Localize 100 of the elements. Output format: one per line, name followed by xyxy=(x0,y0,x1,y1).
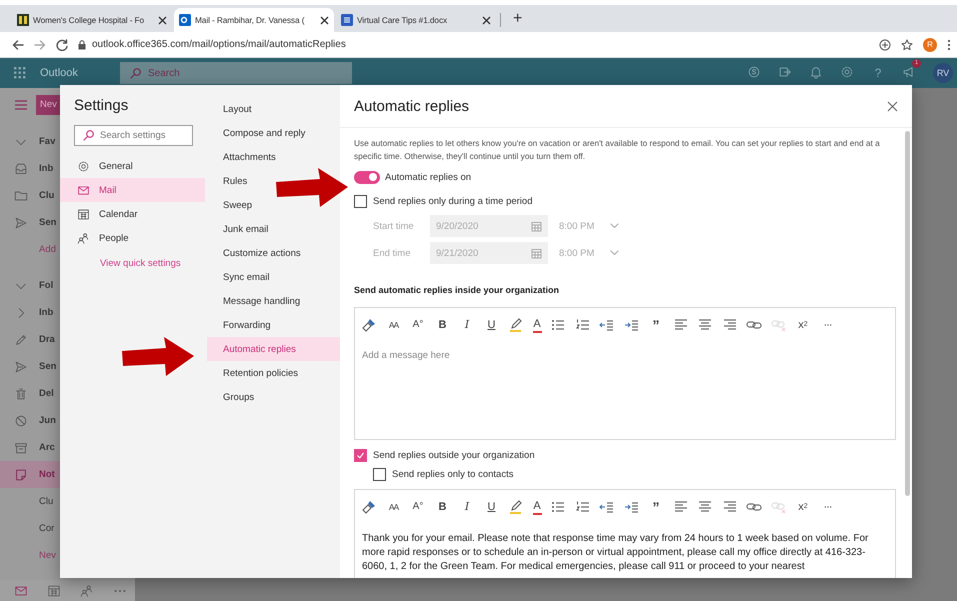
checkbox-label: Send replies outside your organization xyxy=(373,450,535,460)
underline-button[interactable]: U xyxy=(484,499,500,515)
folder-item[interactable]: Jun xyxy=(0,407,60,434)
gear-icon xyxy=(77,160,90,172)
folder-item[interactable]: Del xyxy=(0,380,60,407)
grow-font-button[interactable]: A° xyxy=(410,317,426,333)
checkbox-label: Send replies only to contacts xyxy=(392,468,514,480)
close-icon[interactable] xyxy=(158,16,167,24)
underline-button[interactable]: U xyxy=(484,317,500,333)
folder-section-header[interactable]: Fol xyxy=(0,272,60,299)
search-icon xyxy=(130,68,141,78)
browser-tab[interactable]: Virtual Care Tips #1.docx xyxy=(336,8,496,32)
highlighter-icon[interactable] xyxy=(508,317,524,333)
pointer-arrow xyxy=(122,337,194,377)
close-icon[interactable] xyxy=(320,16,329,24)
field-label: Start time xyxy=(373,220,415,232)
settings-subcategory[interactable]: Compose and reply xyxy=(207,121,310,145)
field-label: End time xyxy=(373,248,412,258)
brush-icon[interactable] xyxy=(361,499,377,515)
search-field[interactable]: Search settings xyxy=(74,125,193,146)
folder-item[interactable]: Sen xyxy=(0,353,60,380)
italic-button[interactable]: I xyxy=(459,317,475,333)
reload-icon[interactable] xyxy=(56,38,68,50)
checkbox[interactable] xyxy=(354,448,367,462)
message-text[interactable]: Thank you for your email. Please note that response time may vary from 24 hours to 1 week based on volume. For more rapid responses or to schedule an in-person or virtual appointment, please call my office directly at 416-323-6060, 1, 2 for the Green Team. For medical emergencies, please call 911 or proceed to your nearest xyxy=(362,532,895,574)
folder-icon xyxy=(14,188,28,202)
quote-button[interactable]: ” xyxy=(648,317,664,333)
settings-subcategory[interactable]: Groups xyxy=(207,385,258,409)
settings-icon[interactable] xyxy=(840,64,854,78)
settings-category[interactable]: Mail xyxy=(60,178,207,202)
checkbox[interactable] xyxy=(373,468,386,480)
skype-icon[interactable] xyxy=(747,64,761,78)
folder-item[interactable]: Clu xyxy=(0,488,60,515)
quote-button[interactable]: ” xyxy=(648,499,664,515)
star-icon[interactable] xyxy=(901,38,913,50)
toggle-switch[interactable] xyxy=(354,170,380,184)
settings-subcategory[interactable]: Sync email xyxy=(207,265,274,289)
font-size-button[interactable]: AA xyxy=(386,317,402,333)
bullet-list-icon[interactable] xyxy=(550,317,566,333)
close-icon[interactable] xyxy=(887,100,898,112)
pointer-arrow xyxy=(276,168,348,208)
share-icon[interactable] xyxy=(778,64,792,78)
settings-subcategory[interactable]: Message handling xyxy=(207,289,304,313)
settings-subcategory[interactable]: Retention policies xyxy=(207,361,302,385)
settings-category[interactable]: General xyxy=(60,154,207,178)
superscript-button[interactable]: x$^{2}$ xyxy=(795,317,811,333)
italic-button[interactable]: I xyxy=(459,499,475,515)
folder-item[interactable]: Sen xyxy=(0,209,60,236)
folder-item[interactable]: Arc xyxy=(0,434,60,461)
grow-font-button[interactable]: A° xyxy=(410,499,426,515)
back-icon[interactable] xyxy=(12,38,24,50)
settings-subcategory[interactable]: Rules xyxy=(207,169,252,193)
settings-subcategory[interactable]: Junk email xyxy=(207,217,272,241)
settings-subcategory[interactable]: Sweep xyxy=(207,193,256,217)
mail-icon[interactable] xyxy=(14,584,28,598)
folder-item[interactable]: Inb xyxy=(0,299,60,326)
folder-item[interactable]: Dra xyxy=(0,326,60,353)
calendar-icon[interactable] xyxy=(47,584,61,598)
font-size-button[interactable]: AA xyxy=(386,499,402,515)
settings-subcategory[interactable]: Customize actions xyxy=(207,241,305,265)
checkbox[interactable] xyxy=(354,194,367,208)
quick-settings-link[interactable]: View quick settings xyxy=(100,257,205,271)
bell-icon[interactable] xyxy=(809,64,823,78)
folder-item[interactable]: Cor xyxy=(0,515,60,542)
checkbox-label: Send replies only during a time period xyxy=(373,196,532,206)
new-message-button[interactable]: Nev xyxy=(36,95,60,115)
brush-icon[interactable] xyxy=(361,317,377,333)
address-field[interactable]: outlook.office365.com/mail/options/mail/automaticReplies xyxy=(78,39,869,50)
folder-item[interactable]: Inb xyxy=(0,155,60,182)
browser-tab[interactable]: Mail - Rambihar, Dr. Vanessa ( xyxy=(174,8,334,32)
settings-category[interactable]: Calendar xyxy=(60,202,207,226)
settings-subcategory[interactable]: Attachments xyxy=(207,145,280,169)
folder-section-header[interactable]: Fav xyxy=(0,128,60,155)
pencil-icon xyxy=(14,332,28,346)
user-avatar[interactable]: RV xyxy=(933,63,953,83)
settings-category[interactable]: People xyxy=(60,226,207,250)
browser-tab[interactable]: Women's College Hospital - Fo xyxy=(12,8,172,32)
app-launcher-icon[interactable] xyxy=(14,67,26,79)
people-icon[interactable] xyxy=(80,584,94,598)
new-tab-button[interactable]: + xyxy=(509,8,526,32)
font-color-button[interactable]: A xyxy=(532,318,542,332)
settings-subcategory[interactable]: Automatic replies xyxy=(207,337,340,361)
highlighter-icon[interactable] xyxy=(508,499,524,515)
scrollbar[interactable] xyxy=(905,131,910,496)
settings-subcategory[interactable]: Forwarding xyxy=(207,313,275,337)
bold-button[interactable]: B xyxy=(434,317,450,333)
message-field[interactable]: Add a message here xyxy=(362,350,895,361)
bullet-list-icon[interactable] xyxy=(550,499,566,515)
more-button[interactable]: ··· xyxy=(820,499,836,515)
superscript-button[interactable]: x$^{2}$ xyxy=(795,499,811,515)
font-color-button[interactable]: A xyxy=(532,500,542,514)
calendar-icon xyxy=(77,208,90,220)
bold-button[interactable]: B xyxy=(434,499,450,515)
folder-item[interactable]: Clu xyxy=(0,182,60,209)
add-icon[interactable] xyxy=(879,38,891,50)
more-button[interactable]: ··· xyxy=(820,317,836,333)
blocked-icon xyxy=(14,414,28,428)
menu-icon[interactable] xyxy=(947,38,951,50)
close-icon[interactable] xyxy=(482,16,491,24)
settings-subcategory[interactable]: Layout xyxy=(207,97,256,121)
